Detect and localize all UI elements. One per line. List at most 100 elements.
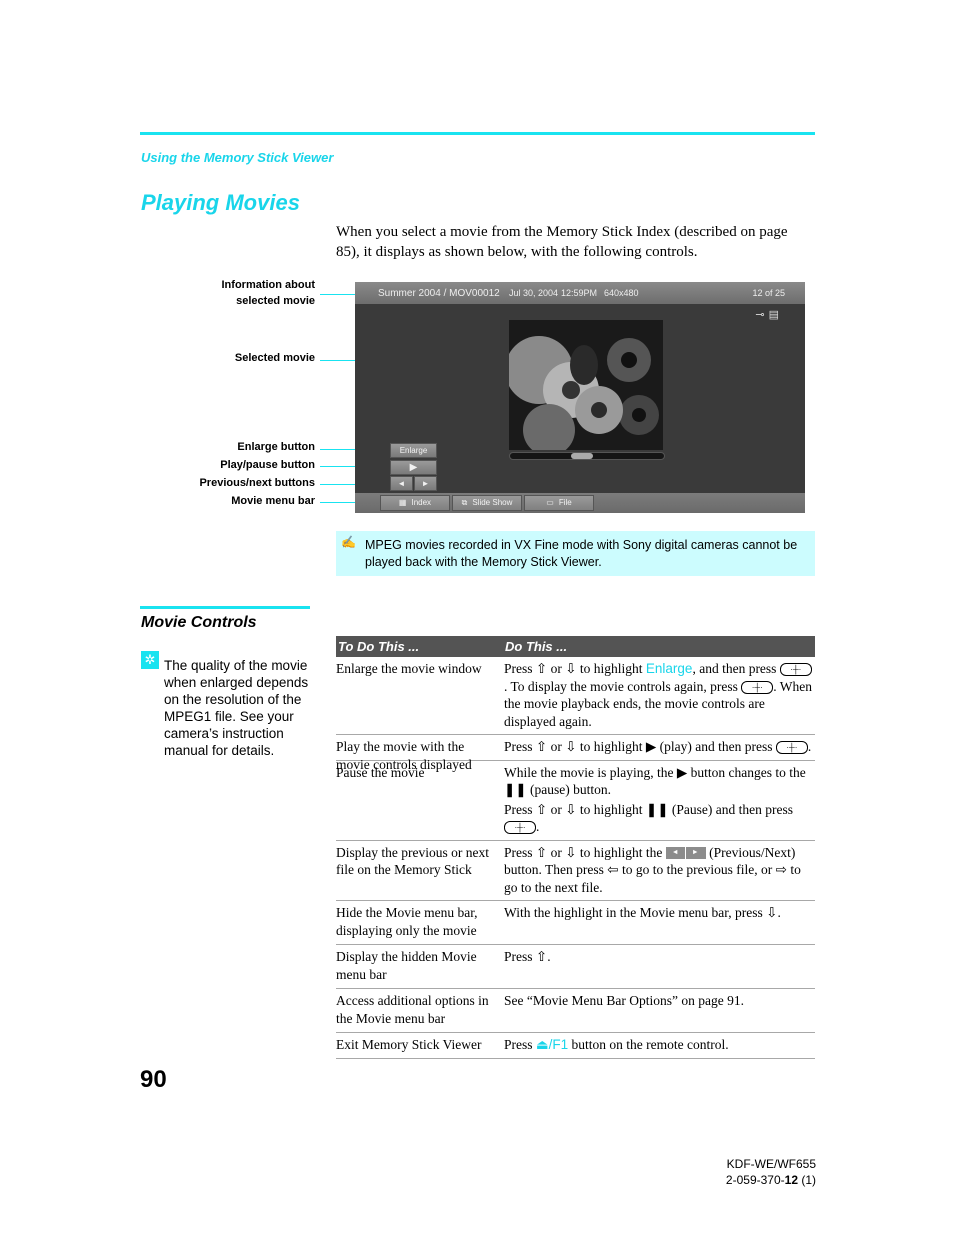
key-icon: ⊸ [755, 309, 769, 321]
running-head: Using the Memory Stick Viewer [141, 150, 334, 165]
action-cell: Press ⏏/F1 button on the remote control. [504, 1037, 729, 1052]
callout-selected-movie: Selected movie [234, 352, 315, 364]
task-cell: Pause the movie [336, 764, 425, 780]
callout-play-pause: Play/pause button [220, 459, 315, 471]
pause-icon: ❚❚ [504, 782, 527, 797]
movie-frame-image [509, 320, 663, 450]
joystick-icon: ·┼· [775, 741, 808, 755]
table-row: Enlarge the movie window Press ⇧ or ⇩ to… [336, 657, 815, 735]
movie-date: Jul 30, 2004 [509, 288, 559, 298]
slideshow-icon: ⧉ [461, 498, 468, 507]
callout-info-line2: selected movie [236, 295, 315, 307]
down-arrow-icon: ⇩ [565, 739, 577, 754]
header-do-this: Do This ... [505, 639, 568, 654]
action-cell: While the movie is playing, the ▶ button… [504, 764, 806, 835]
table-header: To Do This ... Do This ... [336, 636, 815, 657]
task-cell: Display the previous or next file on the… [336, 844, 489, 878]
lightbulb-tip-icon: ✲ [141, 651, 159, 669]
menu-file-label: File [558, 498, 572, 507]
enlarge-button[interactable]: Enlarge [390, 443, 437, 458]
menu-slide-show-label: Slide Show [472, 498, 513, 507]
action-cell: With the highlight in the Movie menu bar… [504, 905, 781, 920]
joystick-icon: ·┼· [504, 821, 536, 835]
file-icon: ▭ [546, 498, 554, 507]
callout-menu-bar: Movie menu bar [231, 495, 315, 507]
up-arrow-icon: ⇧ [535, 949, 548, 964]
movie-resolution: 640x480 [604, 288, 639, 298]
page-number: 90 [140, 1066, 167, 1093]
header-to-do-this: To Do This ... [338, 639, 420, 654]
down-arrow-icon: ⇩ [766, 905, 778, 920]
section-rule [140, 606, 310, 609]
task-cell: Enlarge the movie window [336, 661, 482, 676]
action-cell: Press ⇧. [504, 949, 551, 964]
task-cell: Exit Memory Stick Viewer [336, 1037, 482, 1052]
movie-menu-bar: ▦ Index ⧉ Slide Show ▭ File [355, 493, 805, 513]
play-icon: ▶ [676, 764, 688, 780]
previous-button[interactable]: ◄ [390, 476, 413, 491]
action-cell: Press ⇧ or ⇩ to highlight the ◄ ► (Previo… [504, 844, 801, 895]
action-cell: Press ⇧ or ⇩ to highlight Enlarge, and t… [504, 661, 813, 729]
film-icon: ▤ [768, 309, 783, 321]
play-pause-button[interactable]: ▶ [390, 460, 437, 475]
table-row: Pause the movie While the movie is playi… [336, 761, 815, 841]
next-button[interactable]: ► [414, 476, 437, 491]
pencil-note-icon: ✍ [341, 535, 356, 549]
up-arrow-icon: ⇧ [535, 844, 548, 860]
top-rule [140, 132, 815, 135]
right-arrow-icon: ⇨ [775, 862, 787, 877]
callout-info: Information about selected movie [145, 277, 316, 309]
section-title: Movie Controls [141, 614, 257, 631]
intro-paragraph: When you select a movie from the Memory … [336, 224, 788, 260]
menu-index-label: Index [411, 498, 432, 507]
pause-icon: ❚❚ [645, 801, 669, 817]
selected-movie[interactable] [509, 320, 663, 450]
menu-slide-show-button[interactable]: ⧉ Slide Show [452, 495, 522, 511]
left-arrow-icon: ⇦ [607, 862, 619, 877]
joystick-icon: ·┼· [779, 663, 812, 677]
down-arrow-icon: ⇩ [565, 661, 577, 676]
playback-progress[interactable] [509, 452, 665, 460]
movie-title: Summer 2004 / MOV00012 [378, 288, 500, 299]
up-arrow-icon: ⇧ [535, 801, 548, 817]
model-info: KDF-WE/WF655 2-059-370-12 (1) [726, 1156, 816, 1188]
note-text: MPEG movies recorded in VX Fine mode wit… [365, 538, 798, 569]
joystick-icon: ·┼· [741, 680, 774, 694]
enlarge-highlight: Enlarge [645, 661, 693, 676]
memory-stick-exit-icon: ⏏ [535, 1037, 549, 1052]
callout-info-line1: Information about [221, 279, 316, 291]
action-cell: Press ⇧ or ⇩ to highlight ▶ (play) and t… [504, 739, 812, 755]
menu-file-button[interactable]: ▭ File [524, 495, 594, 511]
down-arrow-icon: ⇩ [565, 844, 577, 860]
movie-controls-table: To Do This ... Do This ... Enlarge the m… [336, 636, 815, 1059]
menu-index-button[interactable]: ▦ Index [380, 495, 450, 511]
up-arrow-icon: ⇧ [535, 739, 548, 754]
movie-info-bar: Summer 2004 / MOV00012 Jul 30, 2004 12:5… [355, 282, 805, 304]
callout-prev-next: Previous/next buttons [199, 477, 315, 489]
movie-count: 12 of 25 [752, 288, 785, 298]
note-box: ✍ MPEG movies recorded in VX Fine mode w… [336, 531, 815, 576]
table-row: Access additional options in the Movie m… [336, 989, 815, 1033]
movie-time: 12:59PM [561, 288, 598, 298]
status-icons: ⊸▤ [755, 308, 783, 321]
table-row: Display the previous or next file on the… [336, 841, 815, 901]
table-row: Play the movie with the movie controls d… [336, 735, 815, 772]
down-arrow-icon: ⇩ [565, 801, 577, 817]
action-cell: See “Movie Menu Bar Options” on page 91. [504, 993, 744, 1008]
page-title: Playing Movies [141, 190, 300, 215]
prev-next-buttons-icon: ◄ ► [665, 847, 706, 860]
tip-text: The quality of the movie when enlarged d… [164, 658, 309, 758]
callout-enlarge: Enlarge button [237, 441, 315, 453]
memory-stick-viewer-screen: Summer 2004 / MOV00012 Jul 30, 2004 12:5… [355, 282, 805, 513]
table-row: Hide the Movie menu bar, displaying only… [336, 901, 815, 945]
play-icon: ▶ [645, 739, 657, 754]
f1-label: /F1 [548, 1037, 569, 1052]
up-arrow-icon: ⇧ [535, 661, 548, 676]
task-cell: Display the hidden Movie menu bar [336, 949, 477, 982]
document-code: 2-059-370-12 (1) [725, 1173, 816, 1187]
model-name: KDF-WE/WF655 [726, 1157, 816, 1171]
grid-icon: ▦ [398, 498, 407, 507]
progress-thumb[interactable] [570, 453, 593, 459]
table-row: Exit Memory Stick Viewer Press ⏏/F1 butt… [336, 1033, 815, 1059]
table-row: Display the hidden Movie menu bar Press … [336, 945, 815, 989]
